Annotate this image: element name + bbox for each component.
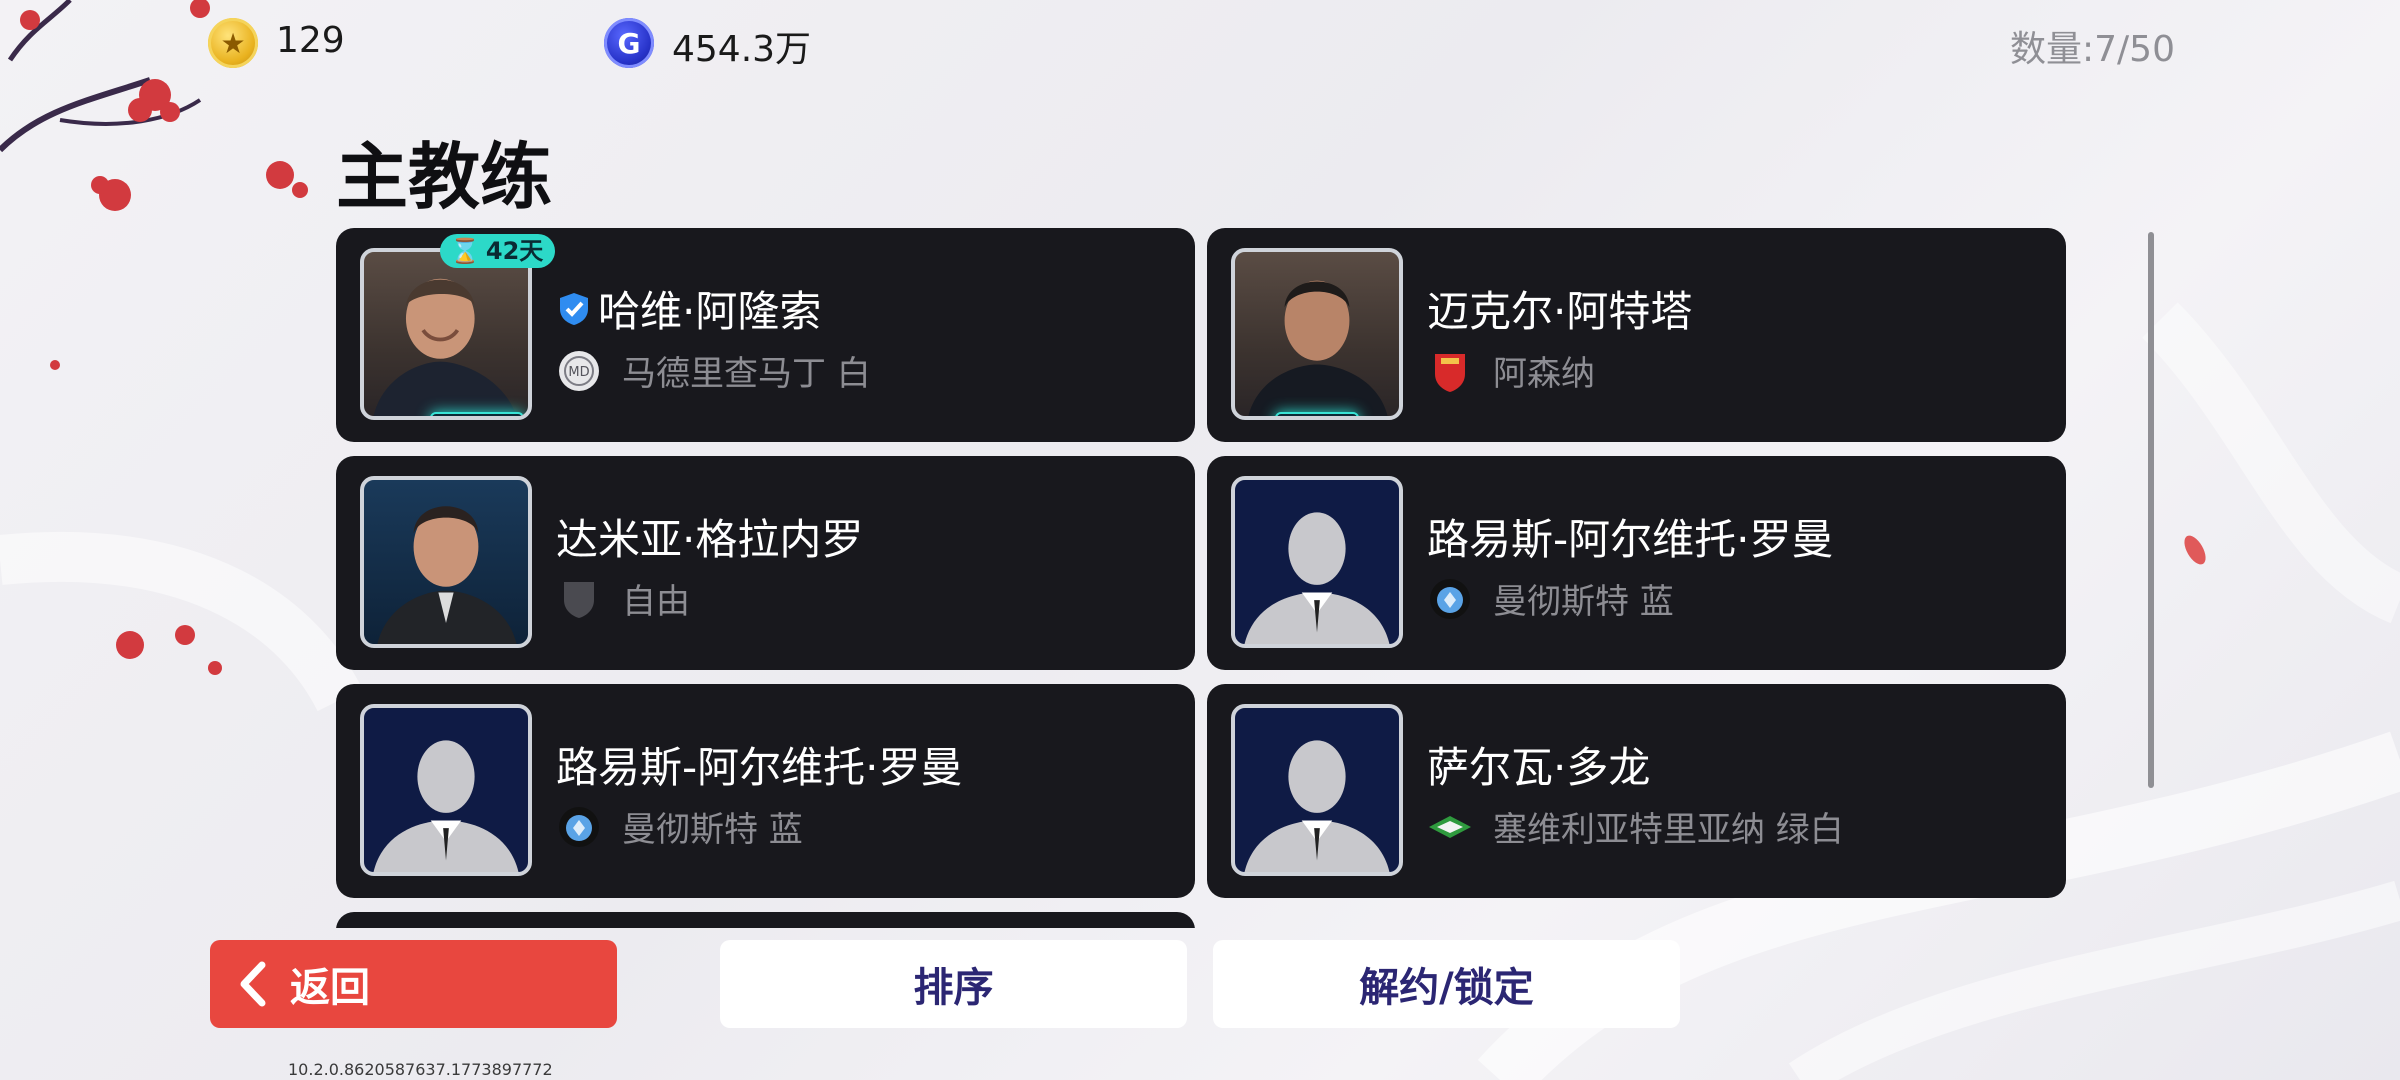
coach-portrait: [360, 476, 532, 648]
coach-portrait-silhouette: [1231, 476, 1403, 648]
club-crest-icon: [1435, 353, 1465, 392]
coach-name-text: 哈维·阿隆索: [598, 287, 822, 336]
contract-days-label: 42天: [485, 237, 544, 265]
coach-portrait-silhouette: [1231, 704, 1403, 876]
club-crest-icon: [1430, 578, 1470, 619]
gc-coin-icon: G: [604, 18, 654, 68]
contract-days-badge: ⌛ 42天: [440, 234, 556, 268]
svg-text:MD: MD: [568, 365, 589, 380]
club-crest-icon: [1429, 815, 1471, 838]
coach-portrait: [1231, 248, 1403, 420]
coach-name-text: 路易斯-阿尔维托·罗曼: [556, 743, 963, 792]
coach-name-text: 萨尔瓦·多龙: [1427, 743, 1651, 792]
coach-portrait: [360, 248, 532, 420]
club-row: 塞维利亚特里亚纳 绿白: [1427, 802, 1844, 851]
coach-skill-indicator: [430, 412, 524, 416]
club-name: 自由: [622, 582, 690, 622]
free-agent-shield-icon: [564, 581, 594, 618]
coach-card[interactable]: 路易斯-阿尔维托·罗曼 曼彻斯特 蓝: [336, 684, 1195, 898]
page-title: 主教练: [336, 135, 553, 219]
club-name: 塞维利亚特里亚纳 绿白: [1493, 810, 1844, 850]
club-crest-icon: MD: [559, 350, 599, 391]
gc-value: 454.3万: [672, 29, 812, 70]
club-row: 阿森纳: [1427, 346, 1595, 395]
club-name: 马德里查马丁 白: [622, 354, 871, 394]
list-scrollbar[interactable]: [2148, 232, 2154, 788]
release-lock-button-label: 解约/锁定: [1359, 965, 1534, 1011]
club-row: MD 马德里查马丁 白: [556, 346, 871, 395]
coach-name-text: 迈克尔·阿特塔: [1427, 287, 1693, 336]
coach-skill-indicator: [1275, 412, 1359, 416]
coach-name-text: 达米亚·格拉内罗: [556, 515, 864, 564]
coach-count: 数量:7/50: [2010, 29, 2175, 70]
sort-button-label: 排序: [913, 965, 994, 1011]
coach-name: 迈克尔·阿特塔: [1427, 278, 1692, 339]
version-label: 10.2.0.8620587637.1773897772: [288, 1060, 553, 1079]
falling-petal: [2184, 535, 2206, 565]
club-row: 曼彻斯特 蓝: [1427, 574, 1674, 623]
coach-name: 达米亚·格拉内罗: [556, 506, 863, 567]
coach-card[interactable]: 萨尔瓦·多龙 塞维利亚特里亚纳 绿白: [1207, 684, 2066, 898]
club-row: 自由: [556, 574, 690, 623]
club-crest-icon: [559, 806, 599, 847]
coach-portrait-silhouette: [360, 704, 532, 876]
club-name: 阿森纳: [1493, 354, 1595, 394]
coach-name: 萨尔瓦·多龙: [1427, 734, 1650, 795]
coach-name: 哈维·阿隆索: [556, 278, 821, 339]
coach-name-text: 路易斯-阿尔维托·罗曼: [1427, 515, 1834, 564]
coach-card-partial[interactable]: [336, 912, 1195, 928]
back-button-label: 返回: [290, 965, 370, 1011]
club-row: 曼彻斯特 蓝: [556, 802, 803, 851]
verified-shield-icon: [560, 292, 588, 325]
coach-card[interactable]: 路易斯-阿尔维托·罗曼 曼彻斯特 蓝: [1207, 456, 2066, 670]
hourglass-icon: ⌛: [450, 237, 480, 265]
club-name: 曼彻斯特 蓝: [1493, 582, 1674, 622]
coach-card[interactable]: ⌛ 42天 哈维·阿隆索 MD 马德里查马丁 白: [336, 228, 1195, 442]
coach-list: ⌛ 42天 哈维·阿隆索 MD 马德里查马丁 白 迈克尔·阿特塔 阿森纳 达米亚…: [336, 228, 2066, 928]
sort-button[interactable]: 排序: [720, 940, 1187, 1028]
currency-bar: ★ 129 G 454.3万 数量:7/50: [0, 0, 2400, 80]
coach-card[interactable]: 达米亚·格拉内罗 自由: [336, 456, 1195, 670]
back-button[interactable]: 返回: [210, 940, 617, 1028]
coach-name: 路易斯-阿尔维托·罗曼: [556, 734, 963, 795]
gp-value: 129: [276, 20, 345, 61]
release-lock-button[interactable]: 解约/锁定: [1213, 940, 1680, 1028]
chevron-left-icon: [240, 961, 266, 1007]
coach-card[interactable]: 迈克尔·阿特塔 阿森纳: [1207, 228, 2066, 442]
gp-coin-icon: ★: [208, 18, 258, 68]
club-name: 曼彻斯特 蓝: [622, 810, 803, 850]
coach-name: 路易斯-阿尔维托·罗曼: [1427, 506, 1834, 567]
plum-blossom-decoration: [0, 0, 308, 675]
